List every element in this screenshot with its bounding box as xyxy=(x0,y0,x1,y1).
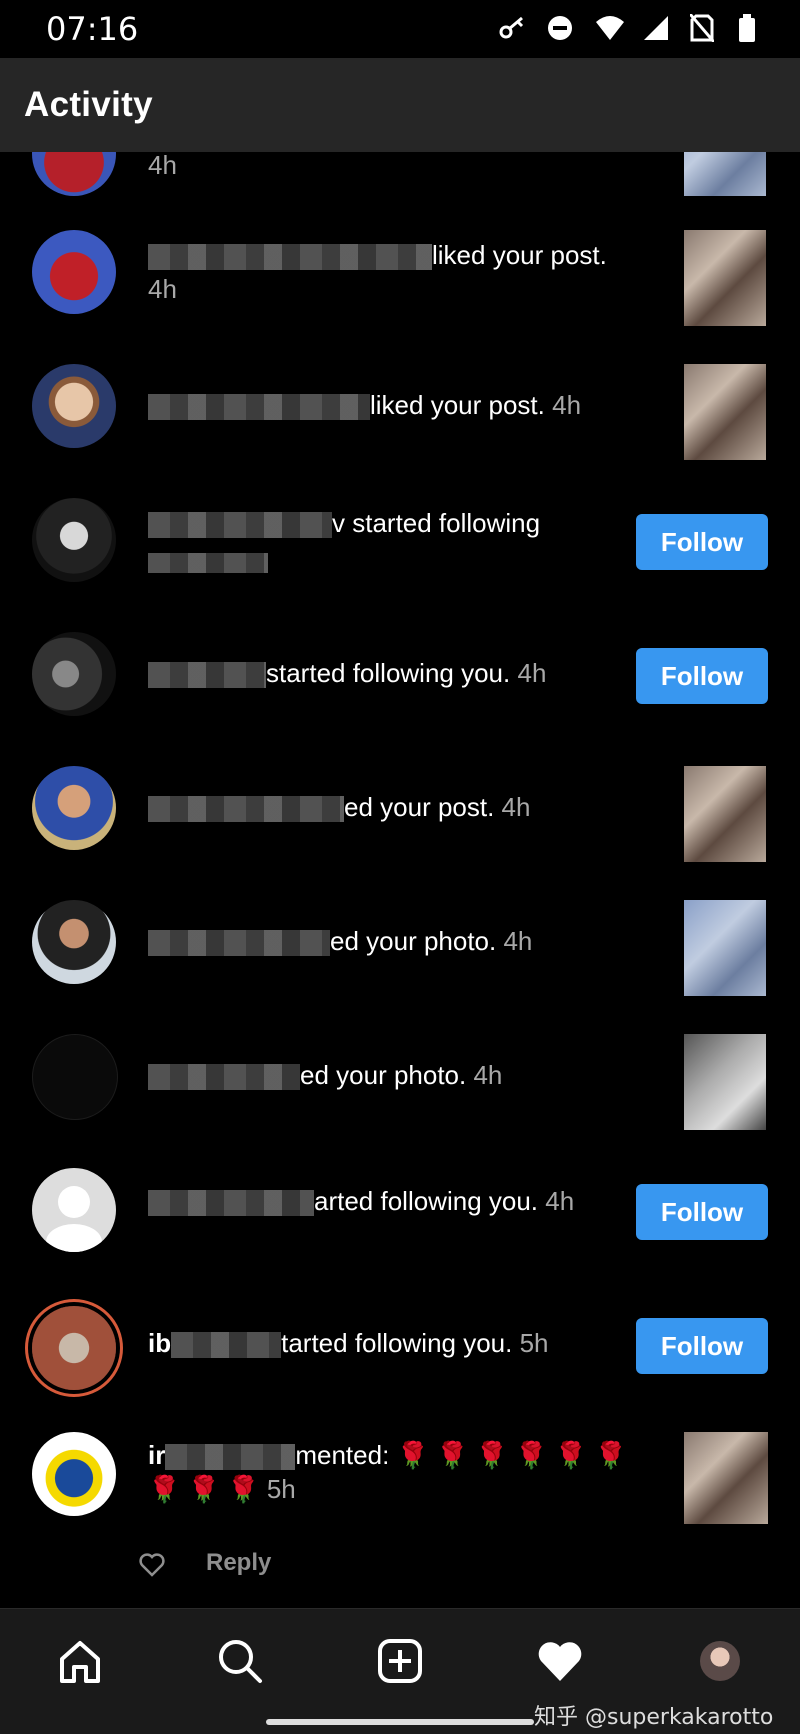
activity-tab[interactable] xyxy=(530,1631,590,1691)
create-tab[interactable] xyxy=(370,1631,430,1691)
username-prefix: ir xyxy=(148,1440,166,1470)
timestamp: 5h xyxy=(519,1328,549,1358)
activity-list[interactable]: 4h liked your post. 4h liked your post. … xyxy=(0,152,800,1607)
status-time: 07:16 xyxy=(46,10,139,48)
notification-text: tarted following you. xyxy=(281,1328,513,1358)
redacted-username xyxy=(148,930,330,957)
post-thumbnail[interactable] xyxy=(684,766,766,862)
avatar[interactable] xyxy=(32,766,116,850)
post-thumbnail[interactable] xyxy=(684,364,766,460)
redacted-username xyxy=(148,244,432,271)
notification-text: ed your post. xyxy=(344,792,495,822)
comment-actions: Reply xyxy=(0,1537,800,1597)
timestamp: 4h xyxy=(148,274,177,304)
profile-tab[interactable] xyxy=(690,1631,750,1691)
timestamp: 5h xyxy=(266,1474,296,1504)
redacted-username xyxy=(171,1332,282,1359)
notification-text: mented: 🌹 🌹 🌹 🌹 🌹 🌹 xyxy=(295,1440,627,1470)
list-item[interactable]: liked your post. 4h xyxy=(0,230,800,350)
list-item[interactable]: 4h xyxy=(0,152,800,232)
comment-text-line2: 🌹 🌹 🌹 xyxy=(148,1474,260,1504)
avatar[interactable] xyxy=(32,230,116,314)
notification-text: arted following you. xyxy=(314,1186,539,1216)
list-item[interactable]: arted following you. 4h Follow xyxy=(0,1168,800,1288)
redacted-username xyxy=(148,394,370,421)
notification-text: v started following xyxy=(332,508,541,538)
list-item[interactable]: ed your photo. 4h xyxy=(0,900,800,1020)
username-prefix: ib xyxy=(148,1328,172,1358)
timestamp: 4h xyxy=(148,152,177,180)
search-icon xyxy=(219,1640,262,1683)
redacted-username xyxy=(148,796,344,823)
bottom-nav: 知乎 @superkakarotto xyxy=(0,1608,800,1734)
list-item[interactable]: ed your photo. 4h xyxy=(0,1034,800,1154)
do-not-disturb-icon xyxy=(546,14,574,42)
timestamp: 4h xyxy=(473,1060,503,1090)
avatar[interactable] xyxy=(32,632,116,716)
notification-text: ed your photo. xyxy=(300,1060,467,1090)
home-icon xyxy=(60,1641,100,1683)
wifi-icon xyxy=(594,14,624,42)
avatar[interactable] xyxy=(32,1168,116,1252)
notification-text: liked your post. xyxy=(432,240,607,270)
key-icon xyxy=(498,14,526,42)
list-item[interactable]: ed your post. 4h xyxy=(0,766,800,886)
timestamp: 4h xyxy=(503,926,533,956)
notification-text: ed your photo. xyxy=(330,926,497,956)
redacted-username xyxy=(148,1064,300,1091)
avatar[interactable] xyxy=(32,498,116,582)
heart-filled-icon xyxy=(538,1642,582,1681)
default-avatar-icon xyxy=(46,1186,102,1252)
notification-text: liked your post. xyxy=(370,390,545,420)
add-post-icon xyxy=(378,1639,422,1683)
redacted-username xyxy=(148,1190,314,1217)
redacted-username xyxy=(148,662,266,689)
no-sim-icon xyxy=(688,13,718,43)
timestamp: 4h xyxy=(552,390,582,420)
heart-outline-icon[interactable] xyxy=(138,1551,166,1579)
follow-button[interactable]: Follow xyxy=(636,648,768,704)
avatar[interactable] xyxy=(32,900,116,984)
post-thumbnail[interactable] xyxy=(684,230,766,326)
timestamp: 4h xyxy=(501,792,531,822)
post-thumbnail[interactable] xyxy=(684,900,766,996)
signal-icon xyxy=(642,14,670,42)
follow-button[interactable]: Follow xyxy=(636,514,768,570)
page-title: Activity xyxy=(24,85,153,124)
list-item[interactable]: liked your post. 4h xyxy=(0,364,800,484)
home-indicator xyxy=(266,1719,534,1725)
list-item[interactable]: started following you. 4h Follow xyxy=(0,632,800,752)
post-thumbnail[interactable] xyxy=(684,1432,768,1524)
reply-button[interactable]: Reply xyxy=(206,1549,271,1577)
home-tab[interactable] xyxy=(50,1631,110,1691)
status-icons xyxy=(498,13,766,43)
timestamp: 4h xyxy=(545,1186,575,1216)
avatar[interactable] xyxy=(32,1432,116,1516)
notification-text: started following you. xyxy=(266,658,511,688)
avatar[interactable] xyxy=(32,152,116,196)
post-thumbnail[interactable] xyxy=(684,152,766,196)
avatar[interactable] xyxy=(32,1034,118,1120)
status-bar: 07:16 xyxy=(0,0,800,58)
list-item[interactable]: v started following Follow xyxy=(0,498,800,618)
redacted-username xyxy=(148,512,332,539)
follow-button[interactable]: Follow xyxy=(636,1184,768,1240)
timestamp: 4h xyxy=(517,658,547,688)
avatar[interactable] xyxy=(32,1306,116,1390)
header: Activity xyxy=(0,58,800,152)
list-item[interactable]: ib tarted following you. 5h Follow xyxy=(0,1302,800,1422)
battery-icon xyxy=(738,14,766,42)
watermark: 知乎 @superkakarotto xyxy=(534,1705,774,1730)
post-thumbnail[interactable] xyxy=(684,1034,766,1130)
redacted-username xyxy=(165,1444,296,1471)
profile-avatar xyxy=(700,1641,740,1681)
avatar[interactable] xyxy=(32,364,116,448)
follow-button[interactable]: Follow xyxy=(636,1318,768,1374)
search-tab[interactable] xyxy=(210,1631,270,1691)
redacted-text xyxy=(148,553,268,574)
